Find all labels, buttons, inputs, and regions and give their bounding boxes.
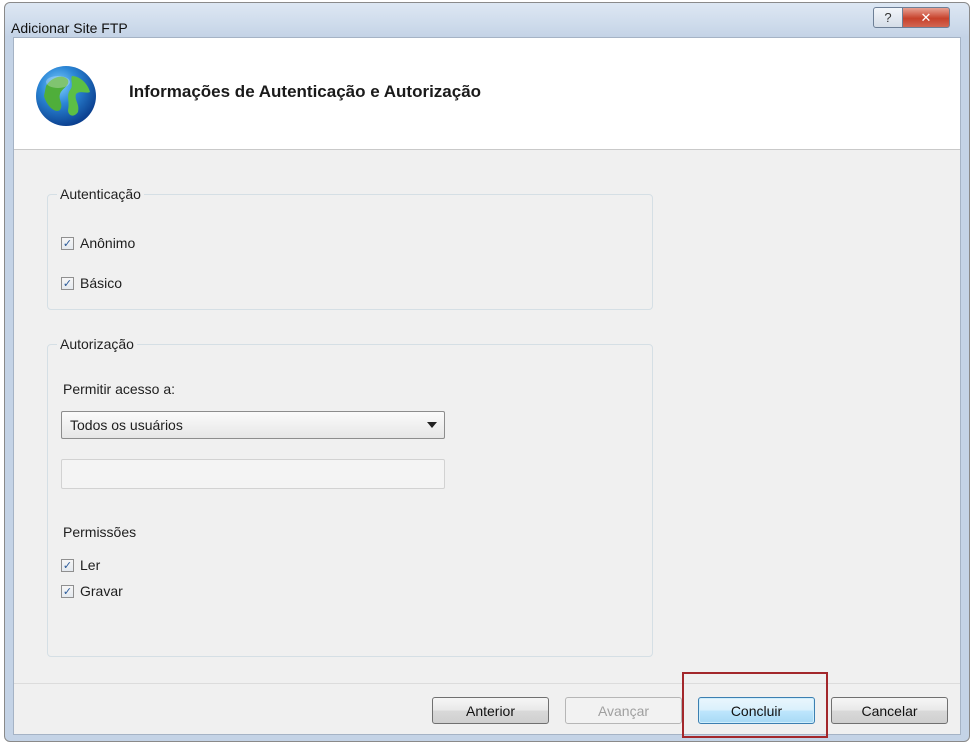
- read-checkbox[interactable]: ✓: [61, 558, 74, 572]
- authentication-legend: Autenticação: [60, 186, 141, 202]
- authorization-group: Autorização Permitir acesso a: Todos os …: [47, 336, 653, 657]
- write-label: Gravar: [80, 583, 123, 599]
- allow-access-value: Todos os usuários: [70, 417, 183, 433]
- dialog-window: Adicionar Site FTP ? ✕ Informações de Au…: [4, 2, 970, 742]
- anonymous-checkbox-row[interactable]: ✓ Anônimo: [61, 235, 135, 251]
- permissions-label: Permissões: [63, 524, 137, 540]
- globe-icon: [36, 66, 96, 126]
- write-checkbox-row[interactable]: ✓ Gravar: [61, 583, 123, 599]
- basic-checkbox-row[interactable]: ✓ Básico: [61, 275, 122, 291]
- checkmark-icon: ✓: [62, 236, 73, 250]
- cancel-button[interactable]: Cancelar: [831, 697, 948, 724]
- window-title: Adicionar Site FTP: [11, 20, 128, 36]
- write-checkbox[interactable]: ✓: [61, 584, 74, 598]
- dropdown-arrow-icon: [427, 422, 437, 428]
- previous-button[interactable]: Anterior: [432, 697, 549, 724]
- help-button[interactable]: ?: [873, 7, 903, 28]
- basic-checkbox[interactable]: ✓: [61, 276, 74, 290]
- anonymous-label: Anônimo: [80, 235, 136, 251]
- checkmark-icon: ✓: [62, 558, 73, 572]
- read-checkbox-row[interactable]: ✓ Ler: [61, 557, 100, 573]
- help-icon: ?: [884, 10, 892, 25]
- wizard-header: Informações de Autenticação e Autorizaçã…: [14, 38, 960, 150]
- title-bar[interactable]: Adicionar Site FTP ? ✕: [5, 3, 969, 37]
- dialog-content: Informações de Autenticação e Autorizaçã…: [13, 37, 961, 735]
- page-title: Informações de Autenticação e Autorizaçã…: [129, 82, 482, 101]
- checkmark-icon: ✓: [62, 584, 73, 598]
- authorization-legend: Autorização: [60, 336, 134, 352]
- anonymous-checkbox[interactable]: ✓: [61, 236, 74, 250]
- read-label: Ler: [80, 557, 101, 573]
- basic-label: Básico: [80, 275, 123, 291]
- allow-access-label: Permitir acesso a:: [63, 381, 176, 397]
- authentication-group: Autenticação ✓ Anônimo ✓ Básico: [47, 186, 653, 310]
- close-button[interactable]: ✕: [902, 7, 950, 28]
- allow-access-dropdown[interactable]: Todos os usuários: [61, 411, 445, 439]
- checkmark-icon: ✓: [62, 276, 73, 290]
- users-roles-field: [61, 459, 445, 489]
- next-button[interactable]: Avançar: [565, 697, 682, 724]
- finish-button-highlight: [682, 672, 828, 738]
- close-icon: ✕: [920, 9, 932, 25]
